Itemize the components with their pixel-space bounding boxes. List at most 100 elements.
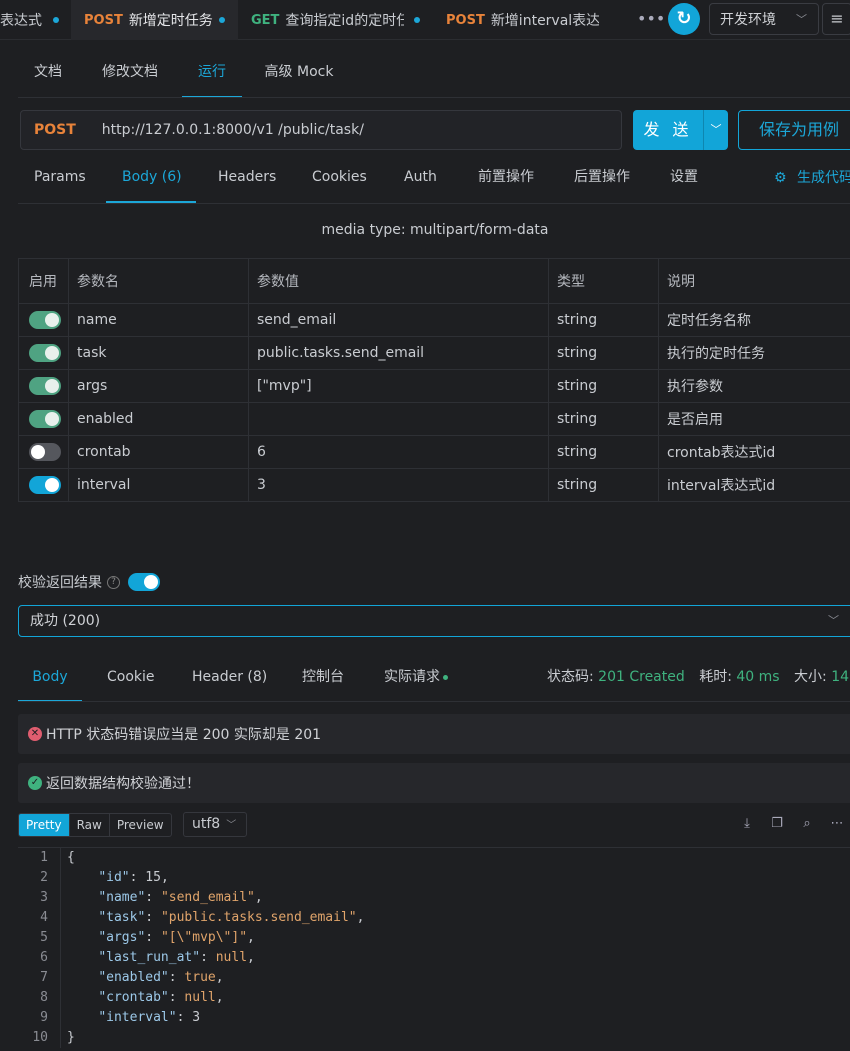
param-type[interactable]: string <box>548 468 659 502</box>
help-icon[interactable]: ? <box>107 575 120 589</box>
tab-docs[interactable]: 文档 <box>20 52 76 98</box>
param-value[interactable]: 6 <box>248 435 549 469</box>
param-name[interactable]: crontab <box>68 435 249 469</box>
param-value[interactable]: 3 <box>248 468 549 502</box>
param-type[interactable]: string <box>548 336 659 370</box>
enable-toggle[interactable] <box>29 476 61 494</box>
param-value[interactable]: public.tasks.send_email <box>248 336 549 370</box>
environment-select[interactable]: 开发环境 ﹀ <box>709 3 819 35</box>
request-tab[interactable]: GET 查询指定id的定时任 <box>239 0 404 40</box>
code-line: 4 "task": "public.tasks.send_email", <box>18 908 850 928</box>
column-header: 说明 <box>658 258 850 304</box>
copy-icon[interactable]: ❐ <box>768 815 786 833</box>
indicator-dot-icon <box>443 674 448 680</box>
tab-params[interactable]: Params <box>34 158 86 203</box>
param-type[interactable]: string <box>548 303 659 337</box>
divider <box>18 97 850 98</box>
code-line: 1{ <box>18 848 850 868</box>
tab-response-body[interactable]: Body <box>18 660 82 702</box>
more-icon[interactable]: ⋯ <box>828 815 846 833</box>
tab-actual-request[interactable]: 实际请求 <box>384 660 448 702</box>
validate-label: 校验返回结果 <box>18 575 102 591</box>
request-tab[interactable]: 表达式 <box>0 0 70 40</box>
param-value[interactable]: ["mvp"] <box>248 369 549 403</box>
enable-toggle[interactable] <box>29 443 61 461</box>
param-desc[interactable]: 是否启用 <box>658 402 850 436</box>
param-name[interactable]: name <box>68 303 249 337</box>
chevron-down-icon[interactable]: ﹀ <box>704 110 728 150</box>
url-input[interactable]: POST http://127.0.0.1:8000/v1 /public/ta… <box>20 110 622 150</box>
param-desc[interactable]: interval表达式id <box>658 468 850 502</box>
format-switcher: Pretty Raw Preview <box>18 813 172 837</box>
generate-code-button[interactable]: ⚙ 生成代码 <box>774 158 850 198</box>
param-desc[interactable]: 执行参数 <box>658 369 850 403</box>
tab-console[interactable]: 控制台 <box>302 660 344 702</box>
table-row: args ["mvp"] string 执行参数 <box>18 369 850 403</box>
param-name[interactable]: args <box>68 369 249 403</box>
body-params-table: 启用 参数名 参数值 类型 说明 name send_email string … <box>18 258 850 502</box>
param-value[interactable] <box>248 402 549 436</box>
error-alert: ✕ HTTP 状态码错误应当是 200 实际却是 201 <box>18 714 850 754</box>
response-case-select[interactable]: 成功 (200) ﹀ <box>18 605 850 637</box>
param-desc[interactable]: 执行的定时任务 <box>658 336 850 370</box>
response-code-viewer[interactable]: 1{ 2 "id": 15, 3 "name": "send_email", 4… <box>18 847 850 1051</box>
tab-post-request[interactable]: 后置操作 <box>574 158 630 203</box>
search-icon[interactable]: ⌕ <box>798 815 816 833</box>
param-value[interactable]: send_email <box>248 303 549 337</box>
format-pretty[interactable]: Pretty <box>19 814 70 836</box>
param-desc[interactable]: 定时任务名称 <box>658 303 850 337</box>
send-button[interactable]: 发 送 ﹀ <box>633 110 728 150</box>
code-line: 7 "enabled": true, <box>18 968 850 988</box>
enable-toggle[interactable] <box>29 311 61 329</box>
tab-pre-request[interactable]: 前置操作 <box>478 158 534 203</box>
param-type[interactable]: string <box>548 402 659 436</box>
response-stats: 状态码: 201 Created 耗时: 40 ms 大小: 143 B <box>547 660 850 694</box>
tab-actual-request-label: 实际请求 <box>384 669 440 685</box>
validate-toggle[interactable] <box>128 573 160 591</box>
request-tab-bar: 表达式 POST 新增定时任务 GET 查询指定id的定时任 POST 新增in… <box>0 0 850 40</box>
save-as-case-button[interactable]: 保存为用例 <box>738 110 850 150</box>
menu-icon[interactable]: ≡ <box>822 3 850 35</box>
enable-toggle[interactable] <box>29 344 61 362</box>
validate-response-row: 校验返回结果 ? <box>18 572 160 592</box>
send-label: 发 送 <box>633 110 704 150</box>
request-tab-active[interactable]: POST 新增定时任务 <box>71 0 238 40</box>
tab-edit-docs[interactable]: 修改文档 <box>92 52 168 98</box>
method-select[interactable]: POST <box>34 122 76 138</box>
param-desc[interactable]: crontab表达式id <box>658 435 850 469</box>
code-line: 10} <box>18 1028 850 1048</box>
tab-auth[interactable]: Auth <box>404 158 437 203</box>
tab-headers[interactable]: Headers <box>218 158 276 203</box>
tab-response-cookie[interactable]: Cookie <box>107 660 155 702</box>
tab-run[interactable]: 运行 <box>182 52 242 98</box>
download-icon[interactable]: ⤓ <box>738 815 756 833</box>
sync-icon[interactable]: ↻ <box>668 3 700 35</box>
tab-settings[interactable]: 设置 <box>670 158 698 203</box>
tab-body[interactable]: Body (6) <box>106 158 196 203</box>
tab-advanced-mock[interactable]: 高级 Mock <box>256 52 342 98</box>
enable-toggle[interactable] <box>29 377 61 395</box>
chevron-down-icon: ﹀ <box>828 614 839 627</box>
enable-toggle[interactable] <box>29 410 61 428</box>
format-preview[interactable]: Preview <box>110 814 171 836</box>
tab-cookies[interactable]: Cookies <box>312 158 367 203</box>
param-name[interactable]: interval <box>68 468 249 502</box>
unsaved-dot-icon <box>414 17 420 23</box>
status-code: 201 Created <box>598 669 685 685</box>
column-header: 参数值 <box>248 258 549 304</box>
param-name[interactable]: task <box>68 336 249 370</box>
tab-label: 新增interval表达式 <box>490 13 599 29</box>
format-raw[interactable]: Raw <box>70 814 110 836</box>
error-icon: ✕ <box>28 727 42 741</box>
param-type[interactable]: string <box>548 435 659 469</box>
url-text: http://127.0.0.1:8000/v1 /public/task/ <box>101 122 364 138</box>
tab-label: 查询指定id的定时任 <box>285 13 404 29</box>
tab-response-header[interactable]: Header (8) <box>192 660 267 702</box>
table-row: crontab 6 string crontab表达式id <box>18 435 850 469</box>
code-line: 5 "args": "[\"mvp\"]", <box>18 928 850 948</box>
param-type[interactable]: string <box>548 369 659 403</box>
more-tabs-icon[interactable]: ••• <box>637 10 665 30</box>
encoding-select[interactable]: utf8 ﹀ <box>183 812 247 837</box>
param-name[interactable]: enabled <box>68 402 249 436</box>
request-tab[interactable]: POST 新增interval表达式 <box>434 0 599 40</box>
